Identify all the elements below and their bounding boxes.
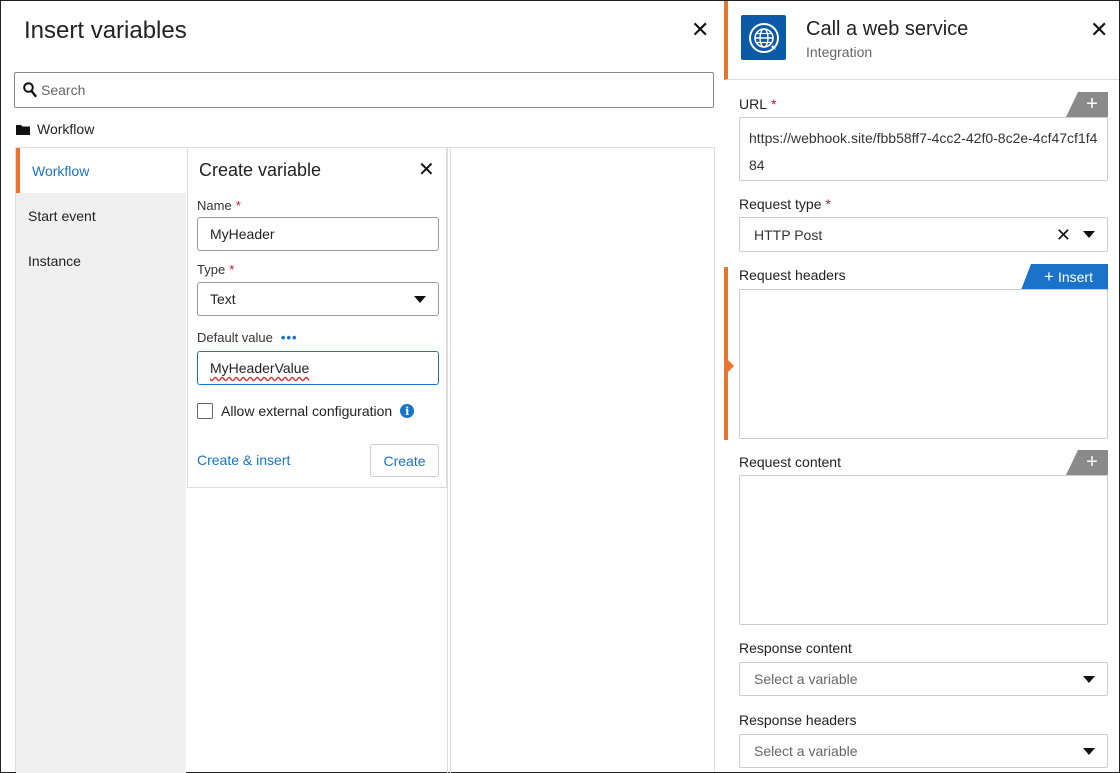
allow-external-checkbox[interactable] bbox=[197, 403, 213, 419]
create-button[interactable]: Create bbox=[370, 444, 439, 477]
caret-down-icon bbox=[1083, 748, 1095, 755]
create-insert-link[interactable]: Create & insert bbox=[197, 452, 290, 468]
response-headers-label: Response headers bbox=[739, 712, 857, 728]
create-variable-panel: Create variable ✕ Name * MyHeader Type * T… bbox=[187, 148, 447, 488]
request-headers-label: Request headers bbox=[739, 267, 846, 283]
breadcrumb-label: Workflow bbox=[37, 121, 95, 137]
search-box bbox=[14, 72, 714, 108]
create-variable-title: Create variable bbox=[199, 160, 322, 180]
folder-icon bbox=[16, 124, 30, 135]
required-mark: * bbox=[235, 198, 241, 213]
name-field[interactable]: MyHeader bbox=[197, 217, 439, 251]
more-options-icon[interactable]: ••• bbox=[281, 330, 298, 345]
dialog-title: Insert variables bbox=[24, 17, 187, 44]
response-content-select[interactable]: Select a variable bbox=[739, 662, 1108, 696]
active-field-arrow bbox=[728, 360, 734, 372]
caret-down-icon bbox=[414, 296, 426, 303]
variables-column: Create variable ✕ Name * MyHeader Type * T… bbox=[187, 148, 448, 773]
close-icon[interactable]: ✕ bbox=[691, 19, 709, 41]
required-mark: * bbox=[229, 262, 235, 277]
search-icon bbox=[23, 82, 37, 98]
url-field[interactable]: https://webhook.site/fbb58ff7-4cc2-42f0-… bbox=[739, 117, 1108, 181]
close-icon[interactable]: ✕ bbox=[418, 160, 435, 180]
required-mark: * bbox=[771, 96, 777, 112]
plus-icon[interactable]: + bbox=[1066, 450, 1108, 475]
request-content-label: Request content bbox=[739, 454, 841, 470]
close-icon[interactable]: ✕ bbox=[1090, 19, 1108, 41]
panel-header: Call a web service Integration ✕ bbox=[724, 1, 1119, 80]
response-content-label: Response content bbox=[739, 640, 852, 656]
url-label: URL * bbox=[739, 96, 777, 112]
details-column bbox=[450, 148, 715, 773]
caret-down-icon bbox=[1083, 231, 1095, 238]
category-nav: Workflow Start event Instance bbox=[16, 148, 186, 773]
plus-icon[interactable]: + bbox=[1066, 92, 1108, 117]
request-content-field[interactable] bbox=[739, 475, 1108, 625]
panel-subtitle: Integration bbox=[806, 44, 873, 60]
request-type-label: Request type * bbox=[739, 196, 831, 212]
nav-item-instance[interactable]: Instance bbox=[16, 238, 186, 283]
caret-down-icon bbox=[1083, 676, 1095, 683]
panel-title: Call a web service bbox=[806, 18, 969, 40]
globe-icon bbox=[741, 15, 786, 60]
insert-variables-dialog: Insert variables ✕ Workflow Workflow Sta… bbox=[1, 1, 724, 773]
request-type-select[interactable]: HTTP Post ✕ bbox=[739, 217, 1108, 252]
web-service-panel: Call a web service Integration ✕ URL * + … bbox=[724, 1, 1119, 772]
active-field-indicator bbox=[724, 267, 728, 440]
insert-button[interactable]: + Insert bbox=[1021, 264, 1108, 290]
name-label: Name * bbox=[197, 198, 241, 213]
required-mark: * bbox=[825, 196, 831, 212]
default-value-label: Default value ••• bbox=[197, 330, 298, 345]
breadcrumb[interactable]: Workflow bbox=[16, 121, 94, 137]
type-select[interactable]: Text bbox=[197, 282, 439, 316]
clear-icon[interactable]: ✕ bbox=[1056, 225, 1071, 246]
variable-columns: Workflow Start event Instance Create var… bbox=[15, 147, 715, 773]
plus-icon: + bbox=[1044, 267, 1054, 286]
allow-external-label: Allow external configuration bbox=[221, 403, 393, 419]
nav-item-start-event[interactable]: Start event bbox=[16, 193, 186, 238]
type-label: Type * bbox=[197, 262, 235, 277]
info-icon[interactable]: i bbox=[400, 404, 415, 418]
nav-item-workflow[interactable]: Workflow bbox=[16, 148, 186, 193]
request-headers-field[interactable] bbox=[739, 289, 1108, 439]
response-headers-select[interactable]: Select a variable bbox=[739, 734, 1108, 768]
search-input[interactable] bbox=[41, 73, 701, 107]
default-value-field[interactable]: MyHeaderValue bbox=[197, 351, 439, 385]
allow-external-row: Allow external configuration i bbox=[197, 403, 415, 419]
